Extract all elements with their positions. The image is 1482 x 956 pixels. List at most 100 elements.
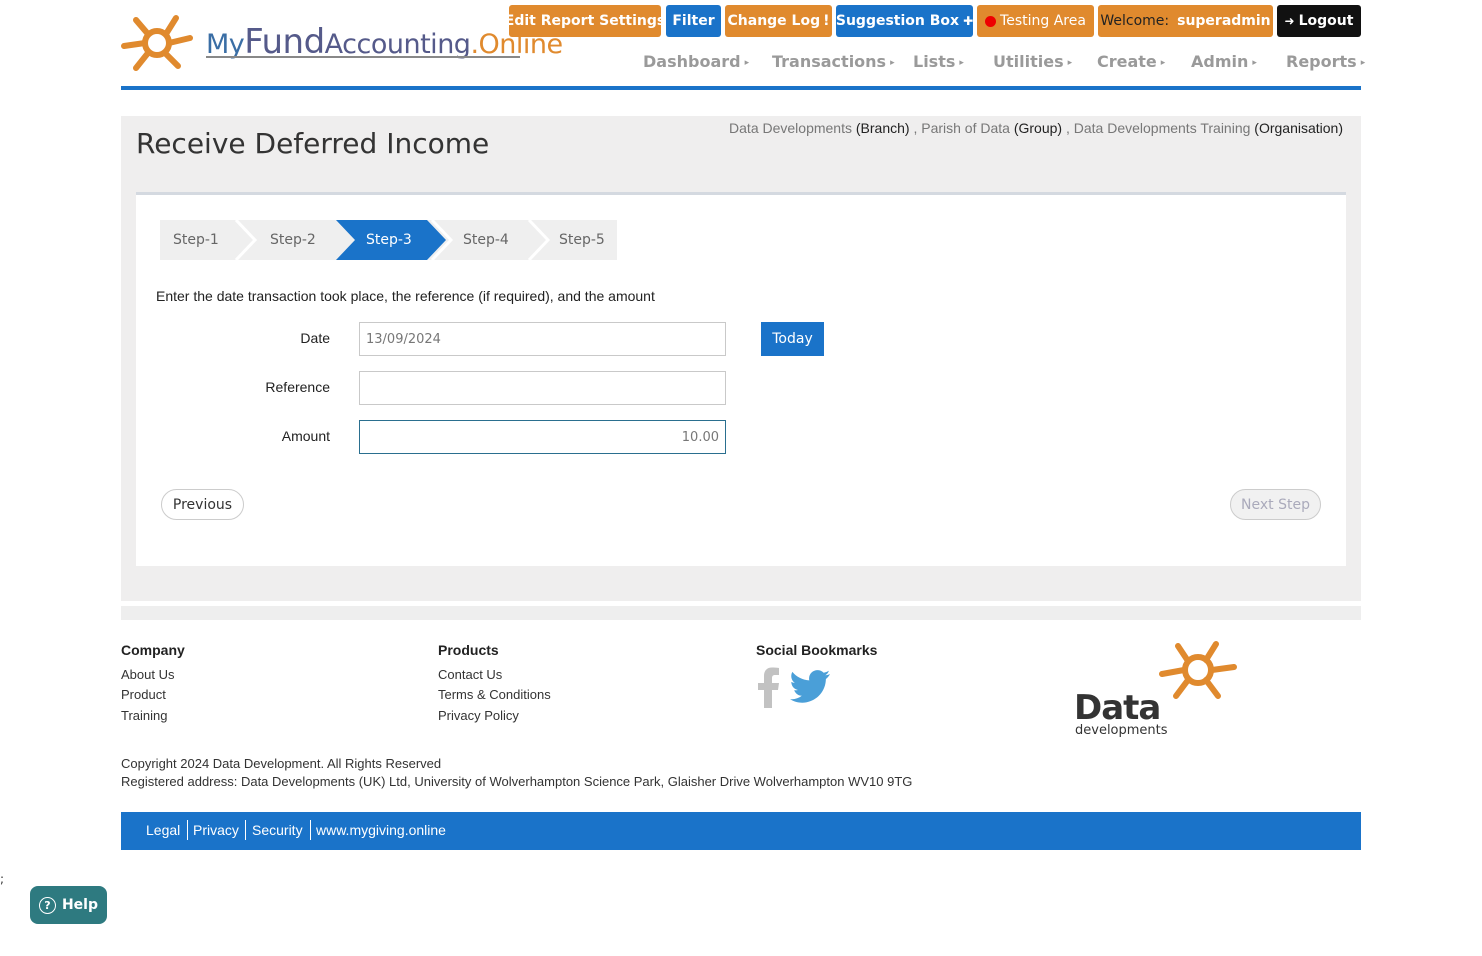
caret-right-icon: ▸ bbox=[1360, 57, 1366, 68]
sun-logo-icon[interactable] bbox=[118, 14, 196, 72]
previous-label: Previous bbox=[172, 496, 233, 513]
breadcrumb-organisation-type: (Organisation) bbox=[1254, 120, 1343, 136]
footer-bottom-bar bbox=[121, 812, 1361, 850]
welcome-badge: Welcome: superadmin bbox=[1098, 5, 1273, 37]
breadcrumb-separator: , bbox=[1065, 120, 1070, 136]
change-log-button[interactable]: Change Log! bbox=[725, 5, 832, 37]
footer-products-heading: Products bbox=[438, 642, 499, 658]
change-log-label: Change Log bbox=[727, 13, 821, 29]
amount-label: Amount bbox=[281, 428, 330, 444]
logout-button[interactable]: ➜ Logout bbox=[1277, 5, 1361, 37]
breadcrumb-branch[interactable]: Data Developments bbox=[729, 120, 852, 136]
caret-right-icon: ▸ bbox=[959, 57, 964, 68]
data-developments-logo-subtext: developments bbox=[1075, 723, 1168, 738]
breadcrumb-group[interactable]: Parish of Data bbox=[921, 120, 1010, 136]
footer-link-contact-us[interactable]: Contact Us bbox=[438, 667, 502, 682]
caret-right-icon: ▸ bbox=[890, 57, 895, 68]
caret-right-icon: ▸ bbox=[1252, 57, 1257, 68]
previous-button[interactable]: Previous bbox=[161, 489, 244, 520]
reference-input[interactable] bbox=[359, 371, 726, 405]
caret-right-icon: ▸ bbox=[1067, 57, 1073, 68]
nav-utilities[interactable]: Utilities ▸ bbox=[993, 52, 1072, 71]
amount-input[interactable]: 10.00 bbox=[359, 420, 726, 454]
edit-report-settings-label: Edit Report Settings bbox=[504, 13, 666, 29]
footer-social-heading: Social Bookmarks bbox=[756, 642, 878, 658]
nav-dashboard-label: Dashboard bbox=[643, 52, 741, 71]
step-5[interactable]: Step-5 bbox=[559, 220, 605, 260]
nav-dashboard[interactable]: Dashboard ▸ bbox=[643, 52, 749, 71]
step-3[interactable]: Step-3 bbox=[366, 220, 412, 260]
data-developments-logo-text: Data bbox=[1074, 688, 1161, 728]
filter-label: Filter bbox=[672, 13, 715, 29]
filter-button[interactable]: Filter bbox=[666, 5, 721, 37]
registered-address: Registered address: Data Developments (U… bbox=[121, 774, 913, 789]
welcome-user: superadmin bbox=[1177, 13, 1271, 29]
suggestion-box-button[interactable]: Suggestion Box ✚ bbox=[836, 5, 973, 37]
nav-admin[interactable]: Admin ▸ bbox=[1191, 52, 1257, 71]
footer-link-product[interactable]: Product bbox=[121, 687, 166, 702]
testing-area-label: Testing Area bbox=[1000, 13, 1086, 29]
page-title: Receive Deferred Income bbox=[136, 127, 490, 160]
nav-reports-label: Reports bbox=[1286, 52, 1357, 71]
next-step-label: Next Step bbox=[1241, 496, 1310, 513]
nav-utilities-label: Utilities bbox=[993, 52, 1064, 71]
footer-link-terms[interactable]: Terms & Conditions bbox=[438, 687, 551, 702]
footer-link-training[interactable]: Training bbox=[121, 708, 167, 723]
nav-admin-label: Admin bbox=[1191, 52, 1249, 71]
breadcrumb-organisation[interactable]: Data Developments Training bbox=[1074, 120, 1251, 136]
logout-label: Logout bbox=[1298, 13, 1354, 29]
question-icon: ? bbox=[38, 896, 56, 914]
data-developments-sun-icon bbox=[1159, 641, 1237, 699]
footer-link-about-us[interactable]: About Us bbox=[121, 667, 174, 682]
footer-link-separator bbox=[245, 820, 246, 840]
step-2[interactable]: Step-2 bbox=[270, 220, 316, 260]
reference-label: Reference bbox=[265, 379, 330, 395]
step-4[interactable]: Step-4 bbox=[463, 220, 509, 260]
exclamation-icon: ! bbox=[823, 13, 830, 29]
instruction-text: Enter the date transaction took place, t… bbox=[156, 288, 655, 304]
logout-icon: ➜ bbox=[1284, 14, 1295, 28]
logo-underline bbox=[206, 56, 520, 58]
nav-lists-label: Lists bbox=[913, 52, 956, 71]
nav-reports[interactable]: Reports ▸ bbox=[1286, 52, 1365, 71]
facebook-icon[interactable] bbox=[757, 666, 781, 708]
footer-link-separator bbox=[187, 820, 188, 840]
today-button[interactable]: Today bbox=[761, 322, 824, 356]
twitter-icon[interactable] bbox=[790, 670, 830, 704]
nav-create-label: Create bbox=[1097, 52, 1157, 71]
breadcrumb: Data Developments (Branch) , Parish of D… bbox=[729, 120, 1343, 136]
footer-link-separator bbox=[310, 820, 311, 840]
header-divider bbox=[121, 86, 1361, 90]
footer-link-mygiving[interactable]: www.mygiving.online bbox=[316, 822, 446, 838]
nav-transactions-label: Transactions bbox=[772, 52, 887, 71]
step-1[interactable]: Step-1 bbox=[173, 220, 219, 260]
next-step-button[interactable]: Next Step bbox=[1230, 489, 1321, 520]
plus-icon: ✚ bbox=[963, 14, 974, 28]
help-label: Help bbox=[61, 897, 99, 913]
footer-link-privacy[interactable]: Privacy bbox=[193, 822, 239, 838]
copyright-text: Copyright 2024 Data Development. All Rig… bbox=[121, 756, 442, 771]
amount-input-value: 10.00 bbox=[681, 429, 719, 445]
date-label: Date bbox=[300, 330, 330, 346]
breadcrumb-group-type: (Group) bbox=[1013, 120, 1063, 136]
nav-transactions[interactable]: Transactions ▸ bbox=[772, 52, 895, 71]
suggestion-box-label: Suggestion Box bbox=[835, 13, 960, 29]
date-input[interactable]: 13/09/2024 bbox=[359, 322, 726, 356]
breadcrumb-separator: , bbox=[913, 120, 918, 136]
date-input-value: 13/09/2024 bbox=[366, 331, 441, 347]
nav-lists[interactable]: Lists ▸ bbox=[913, 52, 964, 71]
today-label: Today bbox=[772, 331, 813, 347]
nav-create[interactable]: Create ▸ bbox=[1097, 52, 1165, 71]
breadcrumb-branch-type: (Branch) bbox=[855, 120, 910, 136]
caret-right-icon: ▸ bbox=[1160, 57, 1166, 68]
footer-link-legal[interactable]: Legal bbox=[146, 822, 180, 838]
footer-link-security[interactable]: Security bbox=[252, 822, 303, 838]
caret-right-icon: ▸ bbox=[744, 57, 750, 68]
help-button[interactable]: ? Help bbox=[30, 886, 107, 924]
footer-company-heading: Company bbox=[121, 642, 185, 658]
testing-area-button[interactable]: Testing Area bbox=[977, 5, 1094, 37]
edit-report-settings-button[interactable]: Edit Report Settings bbox=[505, 5, 665, 37]
footer-link-privacy-policy[interactable]: Privacy Policy bbox=[438, 708, 519, 723]
footer-divider-band bbox=[121, 606, 1361, 620]
stray-semicolon: ; bbox=[0, 872, 5, 886]
